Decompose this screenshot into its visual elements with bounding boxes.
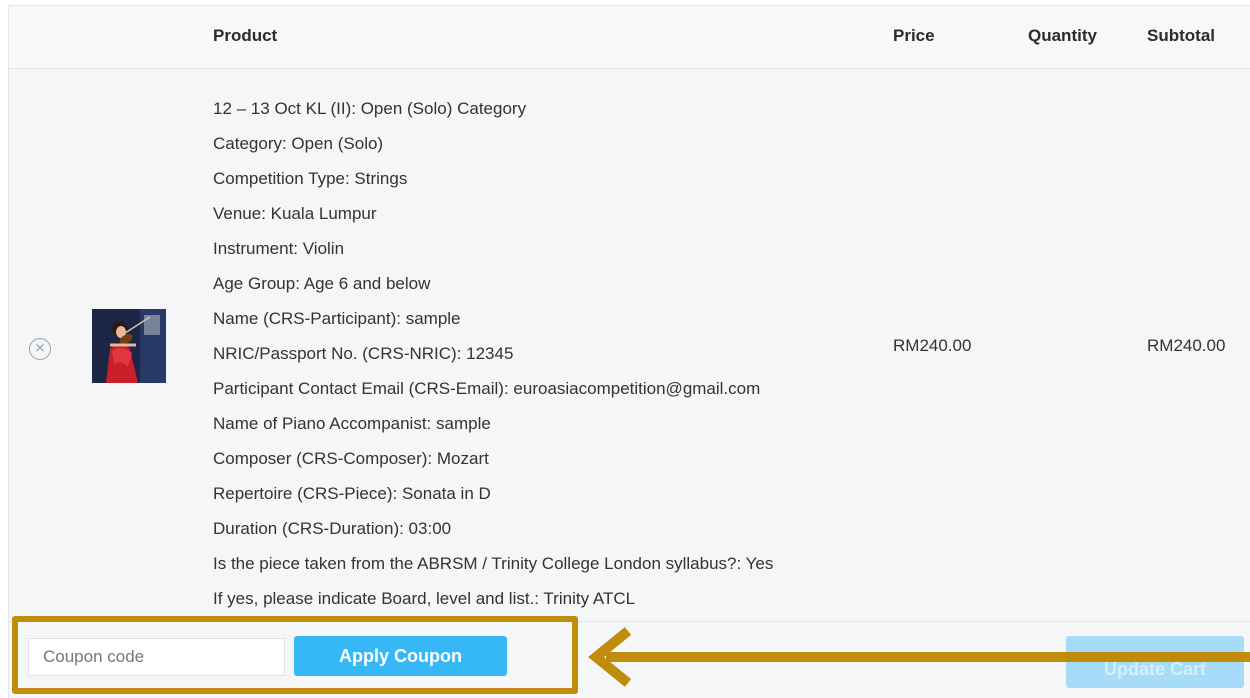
coupon-code-input[interactable]	[28, 638, 285, 676]
header-product: Product	[213, 26, 278, 45]
cart-item-row: × 12 – 13 Oct KL (II): Open (Solo) Categ…	[9, 69, 1250, 622]
table-header: Product Price Quantity Subtotal	[9, 6, 1250, 69]
header-price: Price	[893, 26, 935, 45]
detail-age-group: Age Group: Age 6 and below	[213, 274, 431, 293]
apply-coupon-button[interactable]: Apply Coupon	[294, 636, 507, 676]
detail-board-level: If yes, please indicate Board, level and…	[213, 589, 636, 608]
detail-category: Category: Open (Solo)	[213, 134, 384, 153]
item-price: RM240.00	[893, 336, 972, 355]
detail-email: Participant Contact Email (CRS-Email): e…	[213, 379, 761, 398]
detail-duration: Duration (CRS-Duration): 03:00	[213, 519, 452, 538]
detail-venue: Venue: Kuala Lumpur	[213, 204, 377, 223]
update-cart-button[interactable]: Update Cart	[1066, 636, 1244, 688]
detail-composer: Composer (CRS-Composer): Mozart	[213, 449, 489, 468]
header-subtotal: Subtotal	[1147, 26, 1215, 45]
detail-accompanist: Name of Piano Accompanist: sample	[213, 414, 491, 433]
remove-item-icon[interactable]: ×	[29, 338, 51, 360]
item-subtotal: RM240.00	[1147, 336, 1226, 355]
product-title-link[interactable]: 12 – 13 Oct KL (II): Open (Solo) Categor…	[213, 91, 873, 126]
header-quantity: Quantity	[1028, 26, 1097, 45]
detail-participant-name: Name (CRS-Participant): sample	[213, 309, 461, 328]
detail-syllabus: Is the piece taken from the ABRSM / Trin…	[213, 554, 774, 573]
product-thumbnail[interactable]	[92, 309, 166, 383]
detail-instrument: Instrument: Violin	[213, 239, 345, 258]
detail-repertoire: Repertoire (CRS-Piece): Sonata in D	[213, 484, 491, 503]
cart-table: Product Price Quantity Subtotal × 12 – 1…	[8, 5, 1250, 698]
product-details: 12 – 13 Oct KL (II): Open (Solo) Categor…	[213, 91, 873, 616]
detail-competition-type: Competition Type: Strings	[213, 169, 408, 188]
detail-nric: NRIC/Passport No. (CRS-NRIC): 12345	[213, 344, 514, 363]
